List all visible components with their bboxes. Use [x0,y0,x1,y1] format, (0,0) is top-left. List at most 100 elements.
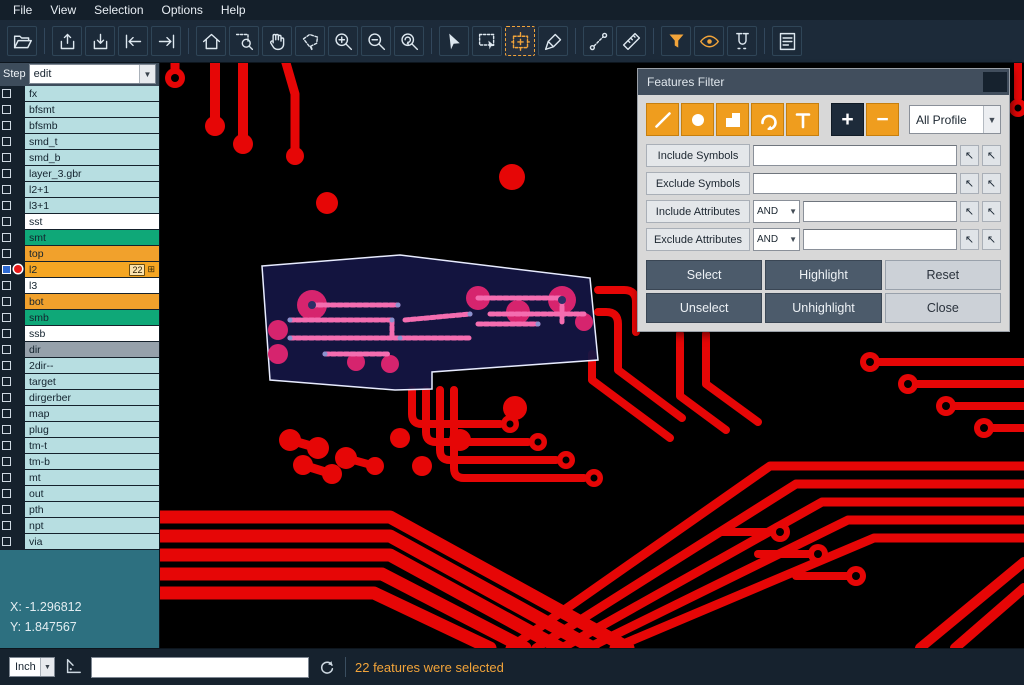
layer-visibility-checkbox[interactable] [0,102,13,117]
layer-name-label[interactable]: fx [25,86,159,101]
layer-visibility-checkbox[interactable] [0,534,13,549]
step-back-button[interactable] [118,26,148,56]
layer-row-sst[interactable]: sst [0,214,159,229]
zoom-window-button[interactable] [229,26,259,56]
layer-visibility-checkbox[interactable] [0,214,13,229]
layer-name-label[interactable]: npt [25,518,159,533]
layer-row-target[interactable]: target [0,374,159,389]
layer-visibility-checkbox[interactable] [0,198,13,213]
open-file-button[interactable] [7,26,37,56]
layer-visibility-checkbox[interactable] [0,262,13,277]
include-attributes-pick-button[interactable]: ↖ [960,201,979,222]
layer-row-l2+1[interactable]: l2+1 [0,182,159,197]
menu-item-file[interactable]: File [4,1,41,19]
include-symbols-pick-button[interactable]: ↖ [960,145,979,166]
exclude-symbols-pick-add-button[interactable]: ↖ [982,173,1001,194]
layer-row-dirgerber[interactable]: dirgerber [0,390,159,405]
layer-visibility-checkbox[interactable] [0,454,13,469]
layer-visibility-checkbox[interactable] [0,118,13,133]
layer-row-2dir--[interactable]: 2dir-- [0,358,159,373]
layer-name-label[interactable]: smt [25,230,159,245]
surface-tool-button[interactable] [716,103,749,136]
layer-name-label[interactable]: smd_t [25,134,159,149]
layer-row-bfsmt[interactable]: bfsmt [0,102,159,117]
layer-visibility-checkbox[interactable] [0,358,13,373]
unselect-button[interactable]: Unselect [646,293,762,323]
layer-name-label[interactable]: bot [25,294,159,309]
layer-row-ssb[interactable]: ssb [0,326,159,341]
layer-row-smb[interactable]: smb [0,310,159,325]
layer-name-label[interactable]: layer_3.gbr [25,166,159,181]
chevron-down-icon[interactable]: ▼ [139,65,155,83]
include-symbols-input[interactable] [753,145,957,166]
measure-points-button[interactable] [583,26,613,56]
zoom-out-button[interactable] [361,26,391,56]
menu-item-options[interactable]: Options [153,1,212,19]
dialog-title-bar[interactable]: Features Filter [638,69,1009,95]
zoom-home-button[interactable] [196,26,226,56]
layer-row-tm-t[interactable]: tm-t [0,438,159,453]
layer-visibility-checkbox[interactable] [0,470,13,485]
layer-visibility-checkbox[interactable] [0,406,13,421]
layer-name-label[interactable]: bfsmt [25,102,159,117]
zoom-previous-button[interactable] [394,26,424,56]
layer-visibility-checkbox[interactable] [0,310,13,325]
layer-row-bot[interactable]: bot [0,294,159,309]
layer-name-label[interactable]: pth [25,502,159,517]
layer-row-bfsmb[interactable]: bfsmb [0,118,159,133]
layer-row-smd_t[interactable]: smd_t [0,134,159,149]
layer-row-l3+1[interactable]: l3+1 [0,198,159,213]
select-cursor-button[interactable] [439,26,469,56]
step-forward-button[interactable] [151,26,181,56]
include-attributes-button[interactable]: Include Attributes [646,200,750,223]
layer-name-label[interactable]: map [25,406,159,421]
exclude-attributes-pick-button[interactable]: ↖ [960,229,979,250]
include-symbols-pick-add-button[interactable]: ↖ [982,145,1001,166]
layer-name-label[interactable]: dir [25,342,159,357]
layer-name-label[interactable]: l222⊞ [25,262,159,277]
exclude-symbols-pick-button[interactable]: ↖ [960,173,979,194]
layer-visibility-checkbox[interactable] [0,374,13,389]
layer-visibility-checkbox[interactable] [0,182,13,197]
origin-corner-icon[interactable] [64,658,82,676]
layer-visibility-checkbox[interactable] [0,390,13,405]
exclude-symbols-button[interactable]: Exclude Symbols [646,172,750,195]
exclude-symbols-input[interactable] [753,173,957,194]
layer-name-label[interactable]: plug [25,422,159,437]
include-symbols-button[interactable]: Include Symbols [646,144,750,167]
layer-visibility-checkbox[interactable] [0,486,13,501]
menu-item-selection[interactable]: Selection [85,1,152,19]
layer-visibility-checkbox[interactable] [0,134,13,149]
layer-row-npt[interactable]: npt [0,518,159,533]
layer-row-smt[interactable]: smt [0,230,159,245]
layer-visibility-checkbox[interactable] [0,150,13,165]
layer-name-label[interactable]: mt [25,470,159,485]
dialog-pin-button[interactable] [983,72,1007,92]
layer-name-label[interactable]: tm-b [25,454,159,469]
layer-row-via[interactable]: via [0,534,159,549]
unhighlight-button[interactable]: Unhighlight [765,293,881,323]
lasso-select-button[interactable] [295,26,325,56]
layer-name-label[interactable]: tm-t [25,438,159,453]
layer-visibility-checkbox[interactable] [0,230,13,245]
exclude-attributes-operator-select[interactable]: AND▼ [753,228,800,251]
layer-row-smd_b[interactable]: smd_b [0,150,159,165]
layer-row-out[interactable]: out [0,486,159,501]
layer-row-fx[interactable]: fx [0,86,159,101]
include-attributes-input[interactable] [803,201,957,222]
pad-tool-button[interactable] [681,103,714,136]
layer-name-label[interactable]: bfsmb [25,118,159,133]
layer-name-label[interactable]: l2+1 [25,182,159,197]
select-window-button[interactable] [472,26,502,56]
layer-row-layer_3.gbr[interactable]: layer_3.gbr [0,166,159,181]
select-polygon-button[interactable] [505,26,535,56]
layer-name-label[interactable]: l3 [25,278,159,293]
export-up-button[interactable] [52,26,82,56]
profile-select[interactable]: All Profile ▼ [909,105,1001,134]
include-attributes-operator-select[interactable]: AND▼ [753,200,800,223]
layer-visibility-checkbox[interactable] [0,86,13,101]
layer-visibility-checkbox[interactable] [0,342,13,357]
layer-row-l2[interactable]: l222⊞ [0,262,159,277]
layer-row-l3[interactable]: l3 [0,278,159,293]
snap-magnet-button[interactable] [727,26,757,56]
